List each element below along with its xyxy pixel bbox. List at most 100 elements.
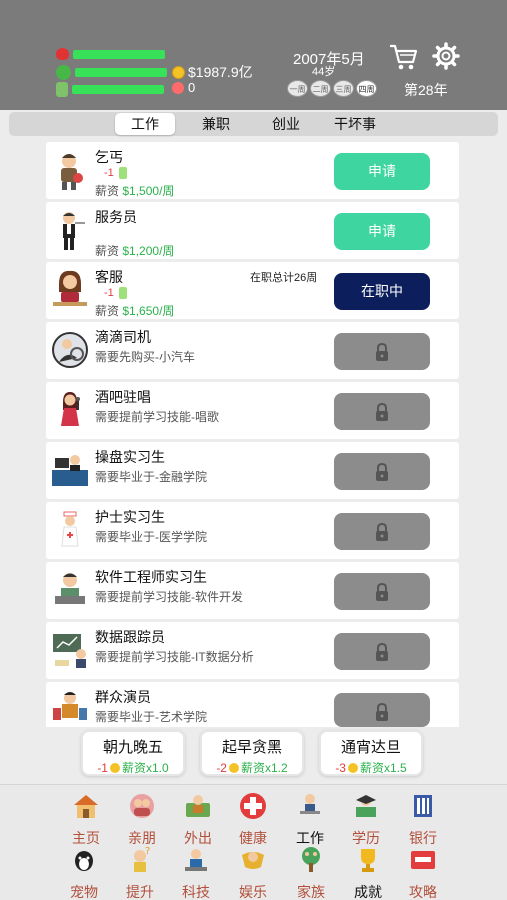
- mood-face-icon: [347, 762, 358, 773]
- year-counter: 第28年: [404, 82, 448, 98]
- energy-icon: [56, 82, 68, 97]
- energy-cost: -1: [104, 167, 127, 179]
- education-icon: [356, 795, 376, 817]
- job-requirement: 需要先购买-小汽车: [95, 350, 195, 364]
- settings-gear-icon[interactable]: [432, 42, 460, 70]
- outing-icon: [186, 795, 210, 817]
- job-requirement: 需要毕业于-艺术学院: [95, 710, 207, 724]
- hearts-display: 0: [172, 80, 195, 95]
- locked-button[interactable]: [334, 573, 430, 610]
- nav-label: 家族: [297, 884, 325, 900]
- energy-cost-value: -1: [97, 760, 108, 775]
- heart-icon: [56, 48, 69, 60]
- locked-button[interactable]: [334, 453, 430, 490]
- energy-cost-value: -1: [104, 167, 114, 179]
- health-cross-icon: [240, 793, 266, 819]
- job-title: 服务员: [95, 209, 137, 225]
- nav-outing[interactable]: 外出: [175, 791, 221, 848]
- job-title: 滴滴司机: [95, 329, 151, 345]
- job-row-beggar: 乞丐 -1 薪资 $1,500/周 申请: [46, 142, 459, 199]
- work-mode-normal[interactable]: 朝九晚五 -1 薪资x1.0: [81, 730, 185, 776]
- analyst-avatar: [53, 634, 86, 668]
- job-requirement: 需要毕业于-医学学院: [95, 530, 207, 544]
- week-3: 三周: [333, 80, 354, 97]
- nav-guide[interactable]: 攻略: [400, 845, 446, 900]
- nav-clan[interactable]: 家族: [288, 845, 334, 900]
- tab-bad-deeds[interactable]: 干坏事: [325, 113, 385, 135]
- job-requirement: 需要提前学习技能-软件开发: [95, 590, 243, 604]
- nav-achievements[interactable]: 成就: [345, 845, 391, 900]
- job-title: 酒吧驻唱: [95, 389, 151, 405]
- lock-icon: [376, 583, 388, 602]
- player-age: 44岁: [312, 66, 336, 78]
- work-mode-hard[interactable]: 起早贪黑 -2 薪资x1.2: [200, 730, 304, 776]
- week-1: 一周: [287, 80, 308, 97]
- nav-pets[interactable]: 宠物: [61, 845, 107, 900]
- money-value: $1987.9亿: [188, 64, 253, 80]
- pay-multiplier: 薪资x1.2: [240, 761, 288, 775]
- salary-amount: $1,500/周: [122, 184, 175, 198]
- nav-home[interactable]: 主页: [63, 791, 109, 848]
- locked-button[interactable]: [334, 693, 430, 727]
- trader-avatar: [52, 455, 88, 486]
- mood-face-icon: [228, 762, 239, 773]
- apply-button[interactable]: 申请: [334, 213, 430, 250]
- nav-education[interactable]: 学历: [343, 791, 389, 848]
- customer-service-avatar: [53, 270, 87, 306]
- job-row-nurse: 护士实习生 需要毕业于-医学学院: [46, 502, 459, 559]
- working-status-button[interactable]: 在职中: [334, 273, 430, 310]
- happiness-bar: [75, 68, 167, 77]
- shopping-cart-icon[interactable]: [388, 42, 418, 72]
- lock-icon: [376, 463, 388, 482]
- locked-button[interactable]: [334, 633, 430, 670]
- tech-icon: [185, 849, 207, 871]
- nav-entertainment[interactable]: 娱乐: [230, 845, 276, 900]
- locked-button[interactable]: [334, 513, 430, 550]
- tab-work[interactable]: 工作: [115, 113, 175, 135]
- lock-icon: [376, 703, 388, 722]
- job-row-waiter: 服务员 薪资 $1,200/周 申请: [46, 202, 459, 259]
- lock-icon: [376, 403, 388, 422]
- energy-icon: [118, 167, 127, 179]
- coin-icon: [172, 65, 185, 79]
- work-mode-overnight[interactable]: 通宵达旦 -3 薪资x1.5: [319, 730, 423, 776]
- job-requirement: 需要提前学习技能-唱歌: [95, 410, 219, 424]
- nav-label: 娱乐: [239, 884, 267, 900]
- work-mode-name: 通宵达旦: [340, 739, 401, 756]
- energy-cost-value: -3: [335, 760, 346, 775]
- week-2: 二周: [310, 80, 331, 97]
- bottom-nav: 主页 亲朋 外出 健康 工作 学历 银行 宠物 ? 提升 科技 娱乐 家族 成就…: [0, 784, 507, 900]
- mood-face-icon: [109, 762, 120, 773]
- lock-icon: [376, 643, 388, 662]
- tab-part-time[interactable]: 兼职: [189, 113, 243, 135]
- health-stat: [56, 48, 165, 60]
- nav-tech[interactable]: 科技: [173, 845, 219, 900]
- status-header: $1987.9亿 0 2007年5月 44岁 一周 二周 三周 四周 第28年: [0, 0, 507, 110]
- home-icon: [74, 795, 98, 818]
- nav-improve[interactable]: ? 提升: [117, 845, 163, 900]
- nav-label: 成就: [354, 884, 382, 900]
- tab-startup[interactable]: 创业: [259, 113, 313, 135]
- entertainment-icon: [242, 852, 264, 869]
- locked-button[interactable]: [334, 333, 430, 370]
- locked-button[interactable]: [334, 393, 430, 430]
- apply-button[interactable]: 申请: [334, 153, 430, 190]
- pet-dog-icon: [75, 851, 93, 871]
- nurse-avatar: [61, 511, 79, 547]
- salary-amount: $1,650/周: [122, 304, 175, 318]
- work-mode-effect: -1 薪资x1.0: [83, 759, 183, 776]
- work-mode-name: 朝九晚五: [102, 739, 163, 756]
- nav-label: 宠物: [70, 884, 98, 900]
- week-indicators: 一周 二周 三周 四周: [287, 80, 377, 97]
- week-4: 四周: [356, 80, 377, 97]
- nav-health[interactable]: 健康: [230, 791, 276, 848]
- nav-bank[interactable]: 银行: [400, 791, 446, 848]
- lock-icon: [376, 343, 388, 362]
- nav-family[interactable]: 亲朋: [119, 791, 165, 848]
- actor-avatar: [53, 692, 87, 720]
- family-tree-icon: [302, 847, 320, 872]
- nav-label: 攻略: [409, 884, 437, 900]
- nav-work[interactable]: 工作: [287, 791, 333, 848]
- job-row-engineer: 软件工程师实习生 需要提前学习技能-软件开发: [46, 562, 459, 619]
- lock-icon: [376, 523, 388, 542]
